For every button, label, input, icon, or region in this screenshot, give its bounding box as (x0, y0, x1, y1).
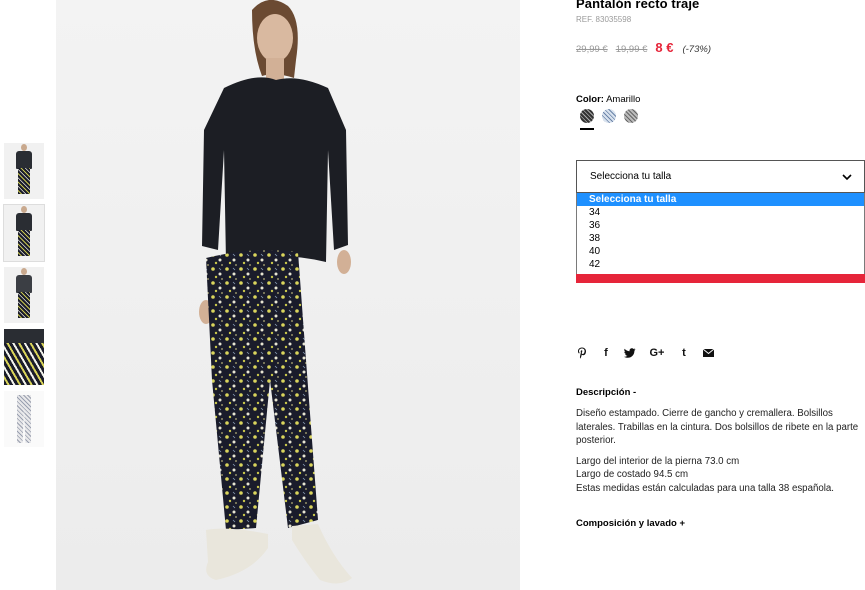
share-row: f G+ t (576, 346, 714, 359)
price-current: 8 € (655, 40, 674, 55)
mail-icon[interactable] (702, 346, 714, 359)
thumbnail-2[interactable] (3, 204, 45, 262)
color-swatches (580, 109, 638, 123)
measure-inseam: Largo del interior de la pierna 73.0 cm (576, 455, 740, 467)
thumbnail-figure (16, 268, 32, 319)
swatch-pattern-grey[interactable] (624, 109, 638, 123)
price-row: 29,99 € 19,99 € 8 € (-73%) (576, 40, 711, 55)
size-dropdown-list: Selecciona tu talla 34 36 38 40 42 (576, 193, 865, 278)
chevron-down-icon (842, 174, 852, 181)
google-plus-icon[interactable]: G+ (648, 346, 666, 359)
thumbnail-3[interactable] (4, 267, 44, 323)
swatch-pattern-dark[interactable] (580, 109, 594, 123)
facebook-icon[interactable]: f (600, 346, 612, 359)
measure-outseam: Largo de costado 94.5 cm (576, 469, 689, 480)
measure-note: Estas medidas están calculadas para una … (576, 482, 834, 494)
twitter-icon[interactable] (624, 346, 636, 359)
tumblr-icon[interactable]: t (678, 346, 690, 359)
size-option[interactable]: 36 (577, 219, 864, 232)
model-photo (199, 0, 352, 584)
add-to-cart-button[interactable] (576, 274, 865, 283)
thumbnail-5[interactable] (4, 391, 44, 447)
size-option[interactable]: 34 (577, 206, 864, 219)
color-value: Amarillo (606, 94, 641, 105)
swatch-pattern-blue[interactable] (602, 109, 616, 123)
product-title: Pantalón recto traje (576, 0, 700, 11)
size-option[interactable]: 40 (577, 245, 864, 258)
description-heading[interactable]: Descripción - (576, 387, 636, 398)
thumbnail-4[interactable] (4, 329, 44, 385)
price-previous: 19,99 € (615, 44, 648, 55)
size-option[interactable]: 38 (577, 232, 864, 245)
thumbnail-figure (16, 206, 32, 257)
size-option[interactable]: Selecciona tu talla (577, 193, 864, 206)
size-option[interactable]: 42 (577, 258, 864, 271)
size-select[interactable]: Selecciona tu talla (576, 160, 865, 193)
thumbnail-list (3, 143, 45, 453)
color-label-row: Color: Amarillo (576, 94, 640, 105)
description-body: Diseño estampado. Cierre de gancho y cre… (576, 407, 865, 495)
thumbnail-figure (16, 144, 32, 195)
color-label: Color: (576, 94, 604, 105)
price-original: 29,99 € (576, 44, 608, 55)
main-product-image[interactable] (56, 0, 520, 590)
description-text: Diseño estampado. Cierre de gancho y cre… (576, 408, 859, 446)
selected-swatch-indicator (580, 128, 594, 130)
composition-heading[interactable]: Composición y lavado + (576, 518, 685, 529)
product-ref: REF. 83035598 (576, 15, 632, 24)
pinterest-icon[interactable] (576, 346, 588, 359)
discount-badge: (-73%) (682, 44, 711, 55)
size-select-value: Selecciona tu talla (590, 171, 672, 182)
thumbnail-1[interactable] (4, 143, 44, 199)
